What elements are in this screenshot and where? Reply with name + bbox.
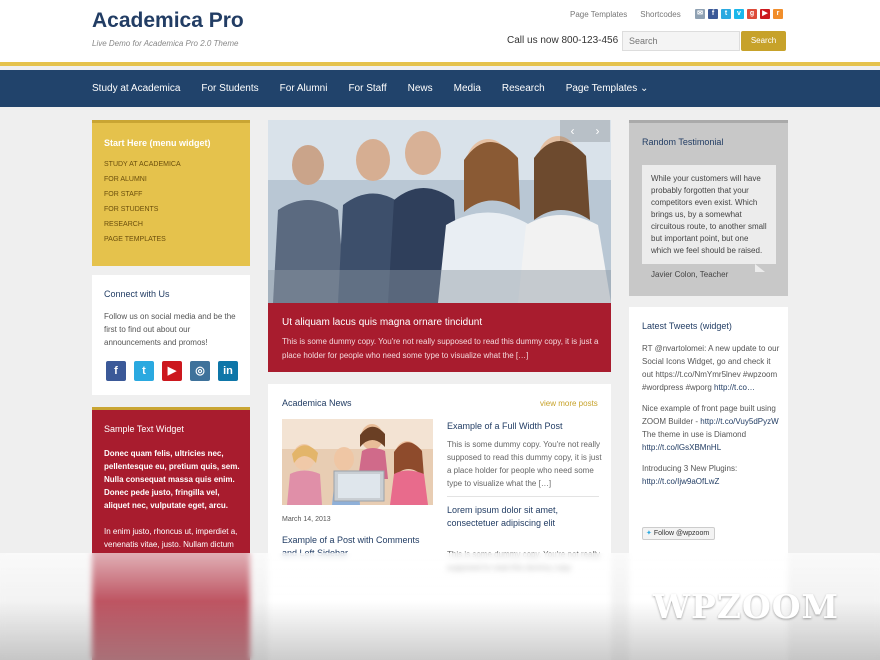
google-plus-icon[interactable]: g <box>747 9 757 19</box>
start-here-title: Start Here (menu widget) <box>104 138 211 148</box>
connect-text: Follow us on social media and be the fir… <box>104 312 236 347</box>
testimonial-title: Random Testimonial <box>642 137 724 147</box>
call-us-text: Call us now 800-123-456 <box>507 35 619 46</box>
start-link-research[interactable]: RESEARCH <box>104 220 181 230</box>
nav-item-students[interactable]: For Students <box>201 83 258 94</box>
post-divider <box>447 496 599 497</box>
top-link-page-templates[interactable]: Page Templates <box>570 10 627 19</box>
start-here-links: STUDY AT ACADEMICA FOR ALUMNI FOR STAFF … <box>104 160 181 245</box>
twitter-icon[interactable]: t <box>134 361 154 381</box>
tweet-text: RT @nvartolomei: A new update to our Soc… <box>642 344 780 392</box>
tweet-text: Introducing 3 New Plugins: <box>642 464 738 473</box>
post-title[interactable]: Example of a Full Width Post <box>447 421 563 431</box>
post-excerpt: This is some dummy copy. You're not real… <box>447 440 602 488</box>
nav-item-news[interactable]: News <box>408 83 433 94</box>
linkedin-icon[interactable]: in <box>218 361 238 381</box>
featured-post-image[interactable] <box>282 419 433 505</box>
nav-item-media[interactable]: Media <box>454 83 481 94</box>
facebook-icon[interactable]: f <box>106 361 126 381</box>
twitter-icon[interactable]: t <box>721 9 731 19</box>
search-button[interactable]: Search <box>741 31 786 51</box>
children-laptop-illustration <box>282 419 433 505</box>
main-nav: Study at Academica For Students For Alum… <box>0 70 880 107</box>
tweet-link[interactable]: http://t.co/lGsXBMnHL <box>642 443 721 452</box>
site-title[interactable]: Academica Pro <box>92 9 244 33</box>
wpzoom-logo: WPZOOM <box>653 587 839 626</box>
tweet-item: Introducing 3 New Plugins: http://t.co/I… <box>642 462 782 488</box>
twitter-bird-icon: ✦ <box>646 530 652 537</box>
vimeo-icon[interactable]: v <box>734 9 744 19</box>
tweet-item: Nice example of front page built using Z… <box>642 402 782 454</box>
tweets-title: Latest Tweets (widget) <box>642 321 732 331</box>
site-tagline: Live Demo for Academica Pro 2.0 Theme <box>92 39 239 48</box>
quote-text: While your customers will have probably … <box>651 174 767 255</box>
connect-social-buttons: f t ▶ ◎ in <box>106 361 238 381</box>
youtube-icon[interactable]: ▶ <box>760 9 770 19</box>
tweet-link[interactable]: http://t.co/Vuy5dPyzW <box>700 417 778 426</box>
nav-items: Study at Academica For Students For Alum… <box>92 70 648 107</box>
sample-widget-title: Sample Text Widget <box>104 424 184 434</box>
start-link-study[interactable]: STUDY AT ACADEMICA <box>104 160 181 170</box>
tweet-link[interactable]: http://t.co/Ijw9aOfLwZ <box>642 477 719 486</box>
start-link-page-templates[interactable]: PAGE TEMPLATES <box>104 235 181 245</box>
connect-title: Connect with Us <box>104 289 170 299</box>
search-input[interactable] <box>622 31 740 51</box>
quote-tail <box>755 264 775 272</box>
follow-label: Follow @wpzoom <box>653 530 710 537</box>
nav-item-staff[interactable]: For Staff <box>348 83 386 94</box>
view-more-posts-link[interactable]: view more posts <box>540 399 598 408</box>
mail-icon[interactable]: ✉ <box>695 9 705 19</box>
news-title: Academica News <box>282 398 352 408</box>
quote-author: Javier Colon, Teacher <box>651 270 729 279</box>
youtube-icon[interactable]: ▶ <box>162 361 182 381</box>
post-title[interactable]: Lorem ipsum dolor sit amet, consectetuer… <box>447 504 602 530</box>
start-link-students[interactable]: FOR STUDENTS <box>104 205 181 215</box>
nav-item-alumni[interactable]: For Alumni <box>280 83 328 94</box>
follow-button[interactable]: ✦ Follow @wpzoom <box>642 527 715 540</box>
slider-title[interactable]: Ut aliquam lacus quis magna ornare tinci… <box>282 317 482 328</box>
sample-widget-text: In enim justo, rhoncus ut, imperdiet a, … <box>104 527 238 549</box>
tweet-link[interactable]: http://t.co… <box>714 383 755 392</box>
featured-post-date: March 14, 2013 <box>282 516 331 523</box>
facebook-icon[interactable]: f <box>708 9 718 19</box>
sample-widget-bold-text: Donec quam felis, ultricies nec, pellent… <box>104 449 240 510</box>
nav-item-study[interactable]: Study at Academica <box>92 83 180 94</box>
top-links: Page Templates Shortcodes <box>570 10 681 19</box>
header-social-icons: ✉ f t v g ▶ r <box>695 9 783 19</box>
rss-icon[interactable]: r <box>773 9 783 19</box>
nav-item-research[interactable]: Research <box>502 83 545 94</box>
tweet-item: RT @nvartolomei: A new update to our Soc… <box>642 342 782 394</box>
slider-prev-button[interactable]: ‹ <box>560 120 585 142</box>
slider-next-button[interactable]: › <box>585 120 610 142</box>
tweet-text: The theme in use is Diamond <box>642 430 747 439</box>
instagram-icon[interactable]: ◎ <box>190 361 210 381</box>
slider-arrows: ‹ › <box>560 120 610 142</box>
students-photo-illustration <box>268 120 611 303</box>
nav-item-page-templates[interactable]: Page Templates ⌄ <box>566 83 649 94</box>
start-link-staff[interactable]: FOR STAFF <box>104 190 181 200</box>
start-link-alumni[interactable]: FOR ALUMNI <box>104 175 181 185</box>
slider-text: This is some dummy copy. You're not real… <box>282 337 599 360</box>
slider-image[interactable] <box>268 120 611 303</box>
top-link-shortcodes[interactable]: Shortcodes <box>640 10 680 19</box>
tweets-list: RT @nvartolomei: A new update to our Soc… <box>642 342 782 496</box>
